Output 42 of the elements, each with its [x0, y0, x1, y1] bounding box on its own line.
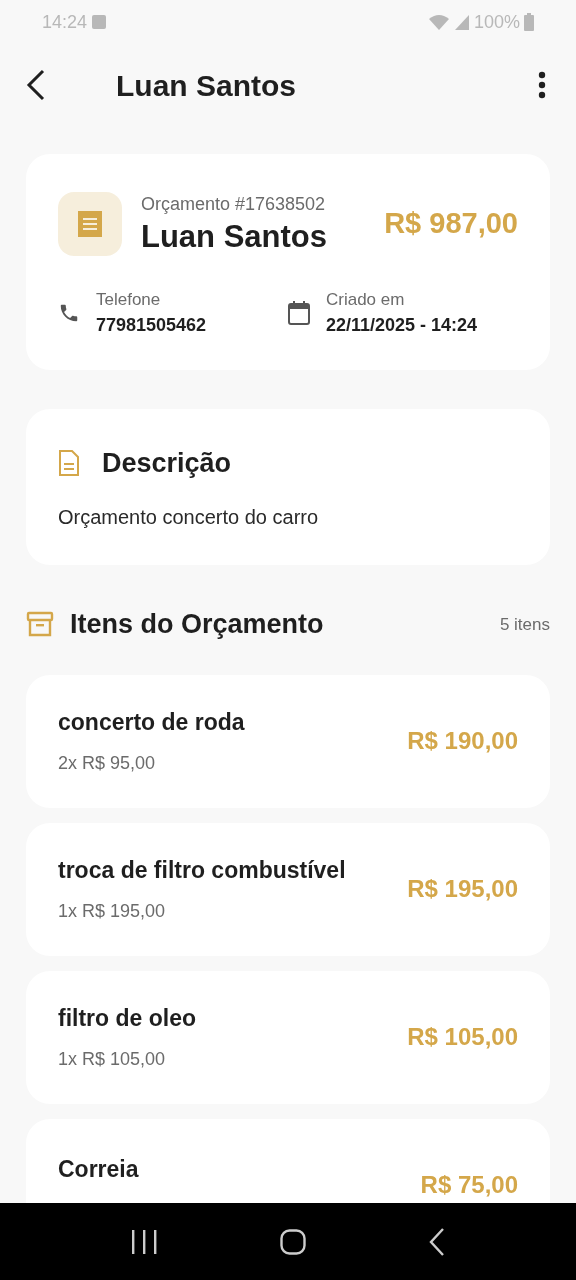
item-quantity-price: 1x R$ 195,00	[58, 899, 167, 923]
status-time: 14:24	[42, 10, 88, 34]
more-icon	[538, 71, 546, 99]
item-card[interactable]: filtro de oleo 1x R$ 105,00 R$ 105,00	[26, 970, 550, 1104]
phone-icon	[58, 302, 80, 324]
battery-percentage: 100%	[473, 10, 520, 34]
description-title: Descrição	[102, 447, 232, 480]
item-card[interactable]: troca de filtro combustível 1x R$ 195,00 R$ 195,00	[26, 822, 550, 956]
phone-number: 77981505462	[96, 314, 207, 338]
item-quantity-price: 1x R$ 105,00	[58, 1047, 167, 1071]
quote-total: R$ 987,00	[384, 206, 518, 242]
home-icon[interactable]	[280, 1228, 306, 1255]
item-count: 5 itens	[499, 613, 550, 636]
back-nav-icon[interactable]	[428, 1227, 445, 1256]
item-name: troca de filtro combustível	[58, 856, 347, 886]
section-title: Itens do Orçamento	[70, 608, 325, 641]
item-name: Correia	[58, 1154, 140, 1184]
wifi-icon	[427, 14, 450, 30]
calendar-icon	[288, 301, 310, 325]
item-total: R$ 195,00	[407, 874, 518, 904]
recent-apps-icon[interactable]	[131, 1229, 158, 1254]
signal-icon	[453, 14, 470, 30]
created-label: Criado em	[326, 288, 406, 311]
quote-number: Orçamento #17638502	[141, 193, 327, 216]
client-name: Luan Santos	[141, 218, 328, 256]
item-total: R$ 105,00	[407, 1022, 518, 1052]
item-name: concerto de roda	[58, 708, 246, 738]
item-total: R$ 190,00	[407, 726, 518, 756]
receipt-icon	[78, 210, 102, 237]
item-card[interactable]: Correia R$ 75,00	[26, 1118, 550, 1203]
battery-icon	[524, 13, 534, 31]
item-quantity-price: 2x R$ 95,00	[58, 751, 157, 775]
description-text: Orçamento concerto do carro	[58, 504, 320, 530]
phone-label: Telefone	[96, 288, 162, 311]
document-icon	[58, 450, 80, 477]
item-name: filtro de oleo	[58, 1004, 197, 1034]
item-card[interactable]: concerto de roda 2x R$ 95,00 R$ 190,00	[26, 674, 550, 808]
created-date: 22/11/2025 - 14:24	[326, 314, 478, 338]
archive-icon	[26, 611, 54, 638]
item-total: R$ 75,00	[420, 1170, 518, 1200]
page-title: Luan Santos	[116, 67, 297, 104]
back-icon	[26, 69, 46, 101]
